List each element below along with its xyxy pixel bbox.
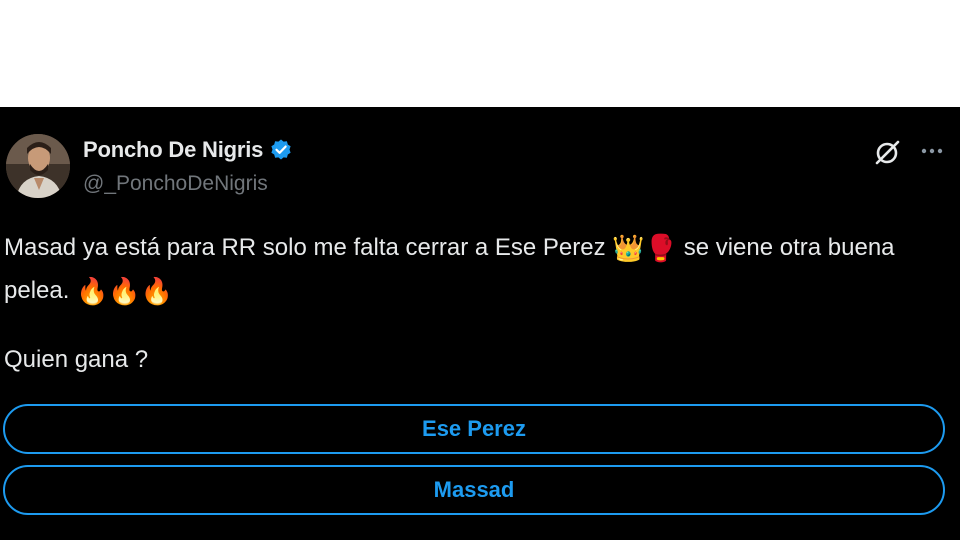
avatar-photo-icon [6, 134, 70, 198]
author-display-name[interactable]: Poncho De Nigris [83, 137, 263, 163]
tweet-text: Masad ya está para RR solo me falta cerr… [4, 227, 944, 313]
avatar[interactable] [6, 134, 70, 198]
poll-question: Quien gana ? [4, 346, 149, 373]
author-name-row: Poncho De Nigris [83, 137, 293, 163]
top-white-area [0, 0, 960, 107]
boxing-glove-icon: 🥊 [644, 234, 678, 264]
poll-option-massad[interactable]: Massad [3, 465, 945, 515]
poll-option-label: Massad [433, 477, 515, 502]
tweet-text-part1: Masad ya está para RR solo me falta cerr… [4, 234, 606, 261]
tweet-card: Poncho De Nigris @_PonchoDeNigris Masad … [0, 107, 960, 540]
more-options-icon[interactable] [918, 137, 946, 165]
verified-badge-icon [269, 138, 293, 162]
grok-icon[interactable] [872, 138, 902, 168]
crown-icon: 👑 [612, 234, 645, 264]
fire-icon: 🔥🔥🔥 [76, 277, 174, 307]
poll-option-label: Ese Perez [422, 416, 526, 441]
poll-option-ese-perez[interactable]: Ese Perez [3, 404, 945, 454]
author-handle[interactable]: @_PonchoDeNigris [83, 172, 268, 196]
